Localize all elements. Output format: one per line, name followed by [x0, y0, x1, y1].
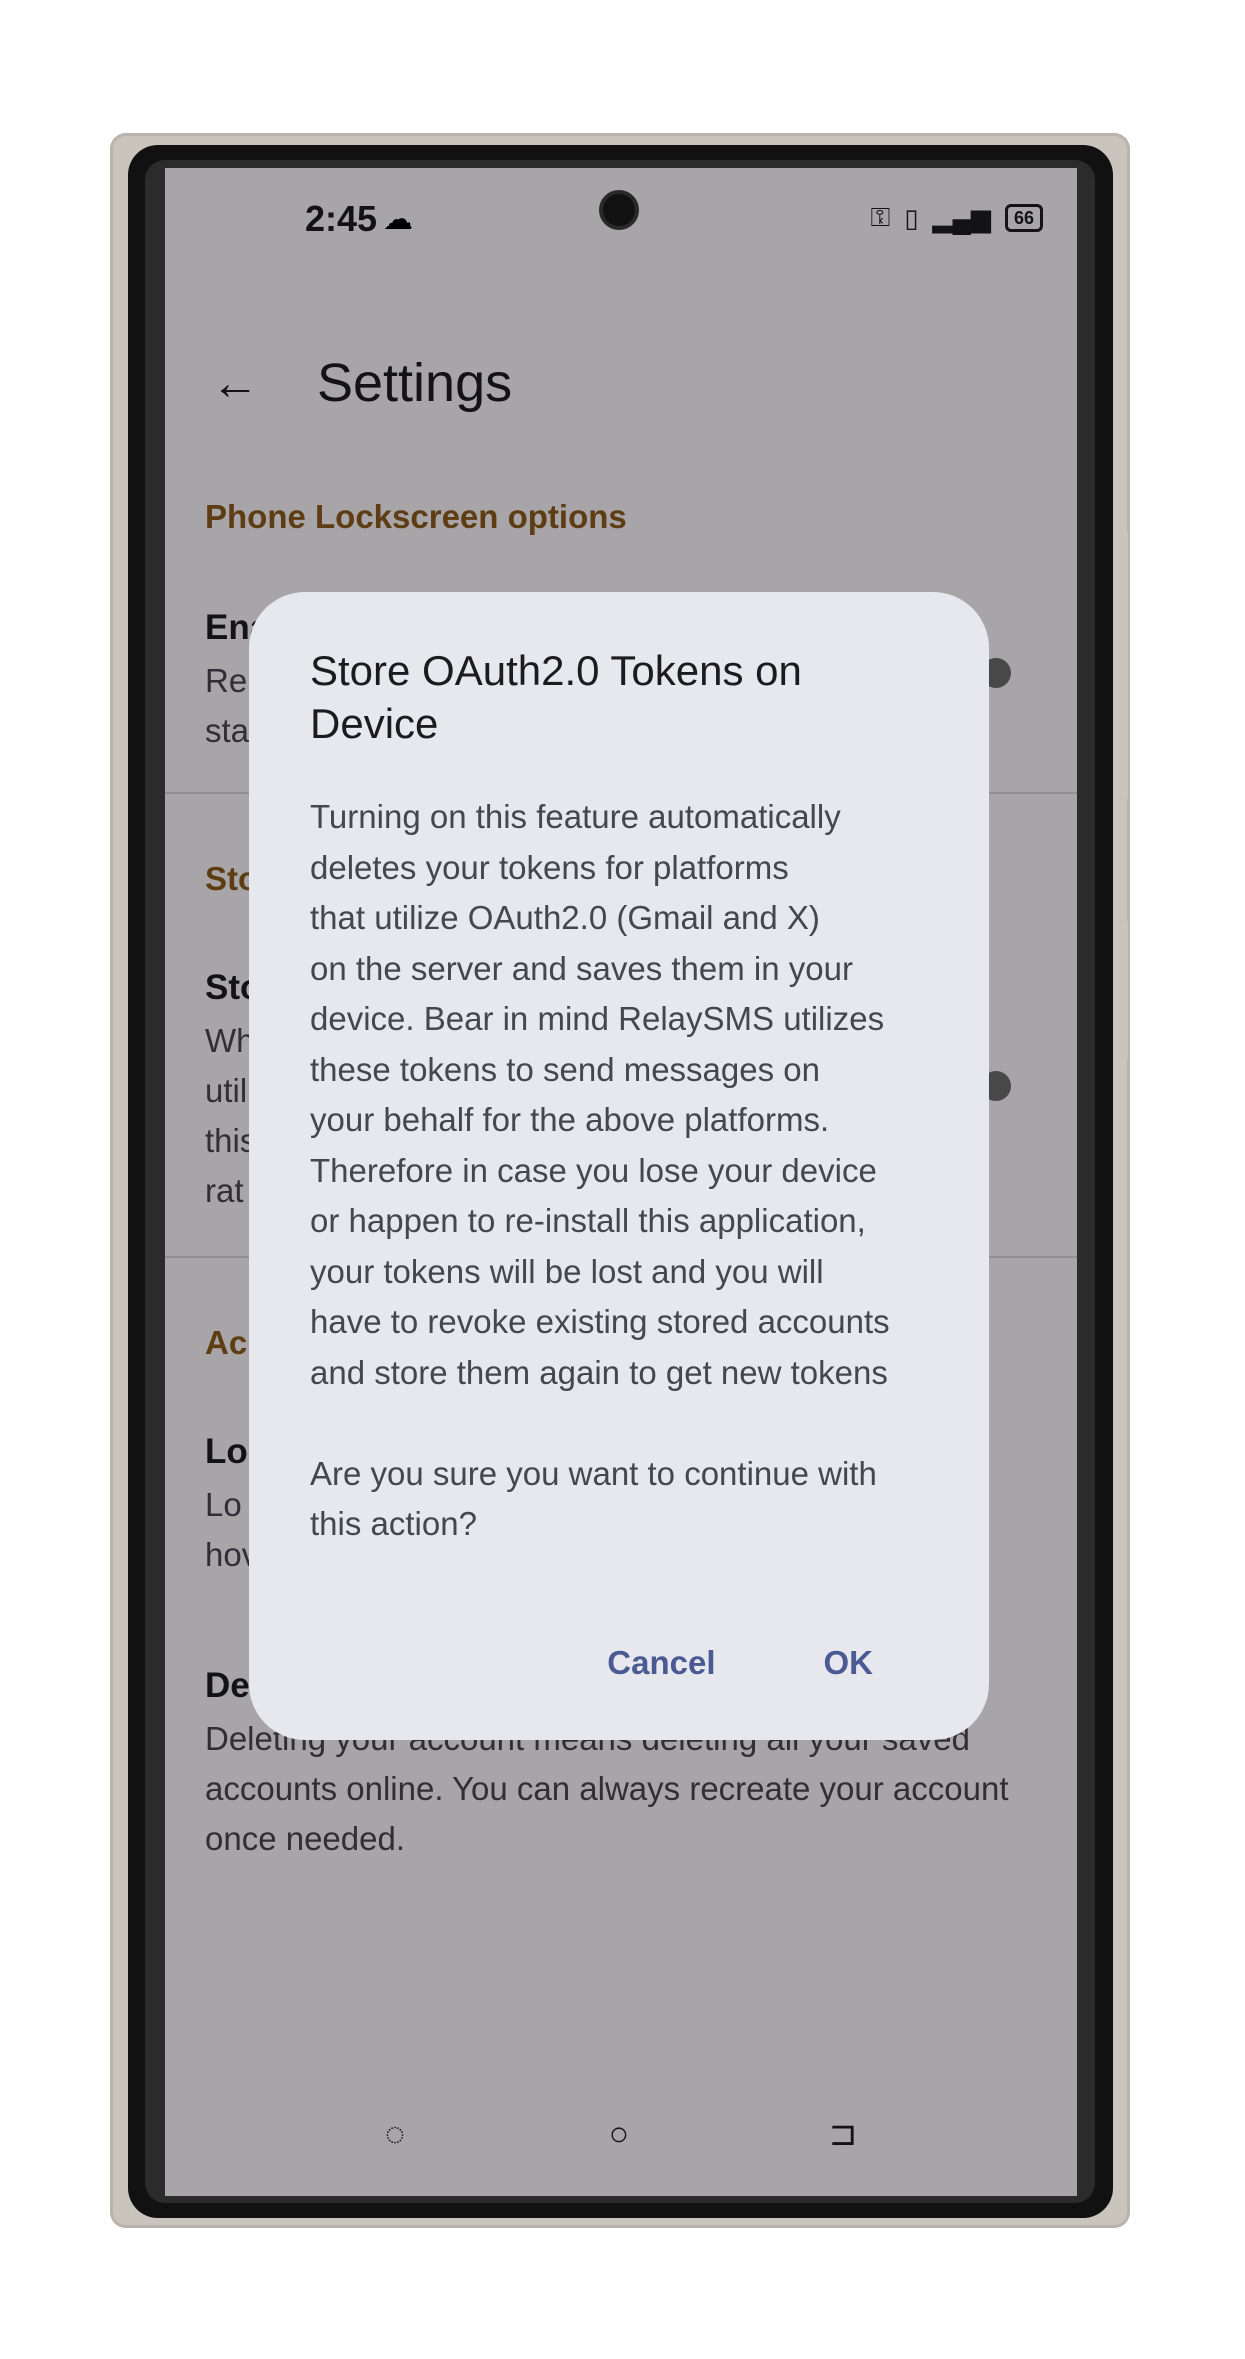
side-button: [1118, 530, 1128, 800]
cancel-button[interactable]: Cancel: [607, 1644, 715, 1682]
screen: 2:45 ☁ ⚿ ▯ ▂▄▆ 66 ← Settings Phone Locks…: [165, 168, 1077, 2196]
side-button: [1118, 920, 1128, 1060]
ok-button[interactable]: OK: [824, 1644, 874, 1682]
dialog-title: Store OAuth2.0 Tokens on Device: [310, 647, 802, 747]
confirm-dialog: Store OAuth2.0 Tokens on Device Turning …: [249, 592, 989, 1740]
dialog-actions: Cancel OK: [607, 1644, 873, 1682]
dialog-message: Turning on this feature automatically de…: [310, 798, 890, 1542]
